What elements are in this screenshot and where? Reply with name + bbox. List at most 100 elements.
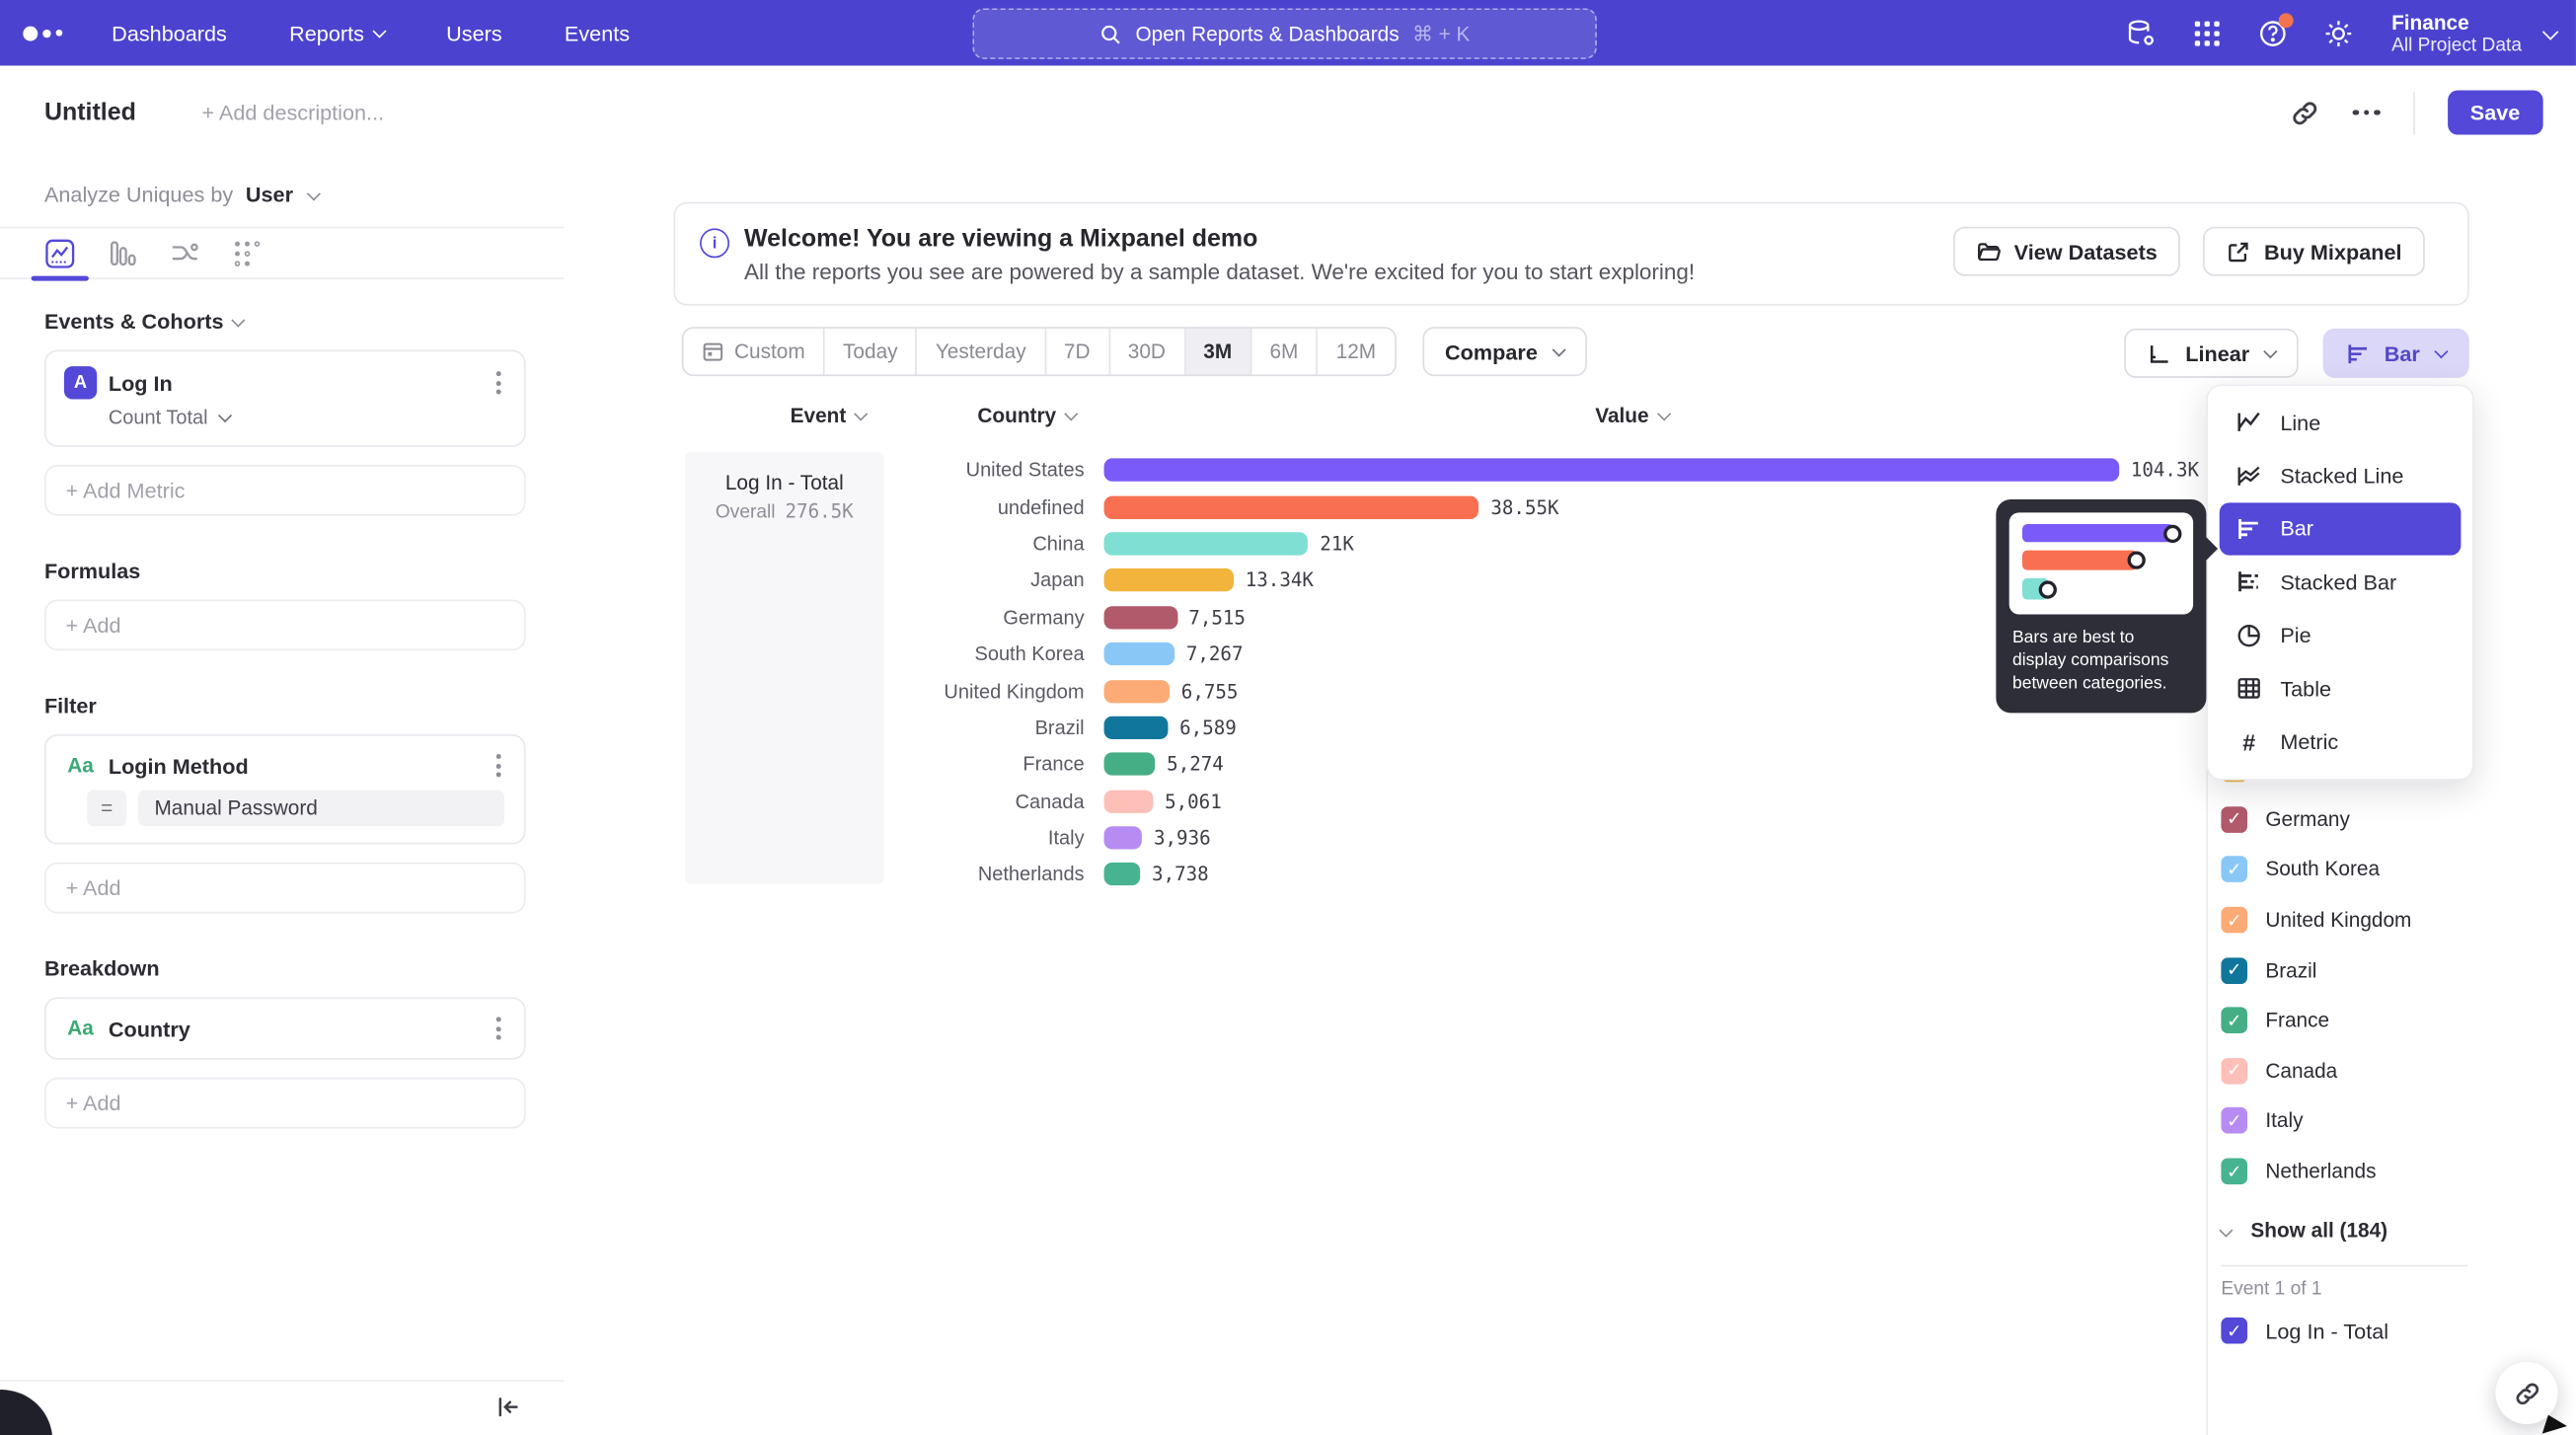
chart-type-dropdown[interactable]: Bar [2323, 329, 2469, 378]
add-filter-button[interactable]: + Add [44, 863, 526, 914]
date-range-7d[interactable]: 7D [1046, 329, 1110, 375]
legend-item-italy[interactable]: ✓ Italy [2221, 1095, 2566, 1146]
date-range-12m[interactable]: 12M [1318, 329, 1394, 375]
more-options-button[interactable] [2353, 110, 2380, 115]
add-metric-button[interactable]: + Add Metric [44, 465, 526, 516]
checkbox-checked[interactable]: ✓ [2221, 857, 2247, 883]
bar[interactable] [1104, 790, 1154, 812]
chart-type-table[interactable]: Table [2220, 662, 2462, 716]
data-settings-icon[interactable] [2125, 17, 2157, 48]
bar-value-label: 104.3K [2131, 459, 2199, 482]
scale-dropdown[interactable]: Linear [2125, 329, 2299, 378]
date-range-yesterday[interactable]: Yesterday [918, 329, 1046, 375]
search-input[interactable]: Open Reports & Dashboards ⌘ + K [972, 8, 1597, 59]
legend-item-canada[interactable]: ✓ Canada [2221, 1046, 2566, 1096]
kebab-menu-icon[interactable] [492, 751, 504, 781]
chart-type-pie[interactable]: Pie [2220, 609, 2462, 662]
bar[interactable] [1104, 569, 1235, 592]
kebab-menu-icon[interactable] [492, 368, 504, 398]
project-switcher[interactable]: Finance All Project Data [2391, 11, 2556, 55]
bar[interactable] [1104, 459, 2120, 482]
legend-item-brazil[interactable]: ✓ Brazil [2221, 945, 2566, 996]
help-icon[interactable] [2257, 17, 2289, 48]
checkbox-checked[interactable]: ✓ [2221, 1058, 2247, 1085]
date-range-30d[interactable]: 30D [1109, 329, 1184, 375]
checkbox-checked[interactable]: ✓ [2221, 1108, 2247, 1135]
event-name[interactable]: Log In [109, 370, 492, 395]
legend-item-germany[interactable]: ✓ Germany [2221, 794, 2566, 845]
bar[interactable] [1104, 864, 1141, 886]
kebab-menu-icon[interactable] [492, 1014, 504, 1043]
date-range-6m[interactable]: 6M [1251, 329, 1318, 375]
compare-button[interactable]: Compare [1422, 327, 1587, 376]
mixpanel-logo-icon[interactable] [23, 26, 62, 40]
chart-type-line[interactable]: Line [2220, 396, 2462, 449]
chart-type-bar[interactable]: Bar [2220, 502, 2462, 556]
filter-property-name[interactable]: Login Method [109, 753, 492, 778]
bar[interactable] [1104, 679, 1171, 702]
search-placeholder: Open Reports & Dashboards [1135, 22, 1399, 44]
collapse-sidebar-icon[interactable] [496, 1395, 521, 1419]
nav-item-events[interactable]: Events [565, 21, 630, 45]
analyze-uniques-row[interactable]: Analyze Uniques by User [0, 159, 564, 228]
bar-value-label: 5,061 [1165, 790, 1222, 812]
legend-item-united-kingdom[interactable]: ✓ United Kingdom [2221, 895, 2566, 945]
filter-card[interactable]: Aa Login Method = Manual Password [44, 734, 526, 845]
chart-type-stacked-bar[interactable]: Stacked Bar [2220, 556, 2462, 609]
checkbox-checked[interactable]: ✓ [2221, 957, 2247, 984]
legend-item-south-korea[interactable]: ✓ South Korea [2221, 845, 2566, 895]
date-range-toolbar: CustomTodayYesterday7D30D3M6M12M Compare [682, 329, 1587, 375]
add-breakdown-button[interactable]: + Add [44, 1078, 526, 1129]
breakdown-property-name[interactable]: Country [109, 1016, 492, 1040]
checkbox-checked[interactable]: ✓ [2221, 1159, 2247, 1185]
apps-grid-icon[interactable] [2191, 17, 2223, 48]
tab-retention[interactable] [232, 238, 264, 269]
copy-link-icon[interactable] [2291, 98, 2320, 127]
tab-flows[interactable] [169, 238, 200, 269]
chart-type-metric[interactable]: # Metric [2220, 716, 2462, 769]
bar[interactable] [1104, 826, 1143, 849]
checkbox-checked[interactable]: ✓ [2221, 1008, 2247, 1034]
checkbox-checked[interactable]: ✓ [2221, 806, 2247, 833]
metric-card[interactable]: A Log In Count Total [44, 350, 526, 447]
column-header-value[interactable]: Value [1595, 404, 1668, 426]
breakdown-card[interactable]: Aa Country [44, 997, 526, 1059]
date-range-today[interactable]: Today [825, 329, 918, 375]
bar[interactable] [1104, 717, 1169, 739]
analyze-value-dropdown[interactable]: User [246, 183, 293, 207]
nav-item-reports[interactable]: Reports [289, 21, 384, 45]
event-total-cell[interactable]: Log In - Total Overall 276.5K [685, 452, 883, 884]
project-name: Finance [2391, 11, 2522, 36]
bar[interactable] [1104, 495, 1479, 518]
settings-gear-icon[interactable] [2322, 17, 2354, 48]
legend-item-france[interactable]: ✓ France [2221, 996, 2566, 1046]
view-datasets-button[interactable]: View Datasets [1953, 227, 2180, 276]
column-header-event[interactable]: Event [791, 404, 867, 426]
nav-item-dashboards[interactable]: Dashboards [112, 21, 227, 45]
date-range-3m[interactable]: 3M [1185, 329, 1251, 375]
bar[interactable] [1104, 532, 1309, 555]
chart-type-stacked-line[interactable]: Stacked Line [2220, 449, 2462, 502]
bar[interactable] [1104, 642, 1175, 665]
buy-mixpanel-button[interactable]: Buy Mixpanel [2203, 227, 2424, 276]
checkbox-checked[interactable]: ✓ [2221, 1318, 2247, 1344]
checkbox-checked[interactable]: ✓ [2221, 907, 2247, 934]
nav-item-users[interactable]: Users [446, 21, 502, 45]
bar[interactable] [1104, 753, 1156, 776]
events-cohorts-heading[interactable]: Events & Cohorts [44, 309, 564, 334]
column-header-country[interactable]: Country [977, 404, 1076, 426]
aggregation-dropdown[interactable]: Count Total [46, 403, 524, 445]
legend-event-item[interactable]: ✓ Log In - Total [2221, 1318, 2388, 1344]
save-button[interactable]: Save [2447, 91, 2542, 135]
add-formula-button[interactable]: + Add [44, 600, 526, 651]
tab-funnels[interactable] [107, 238, 138, 269]
date-range-custom[interactable]: Custom [683, 329, 824, 375]
bar[interactable] [1104, 606, 1177, 629]
legend-item-netherlands[interactable]: ✓ Netherlands [2221, 1146, 2566, 1196]
filter-operator[interactable]: = [87, 791, 126, 827]
show-all-button[interactable]: Show all (184) [2221, 1206, 2387, 1255]
add-description-field[interactable]: + Add description... [201, 101, 384, 125]
page-title[interactable]: Untitled [44, 99, 136, 126]
tab-insights[interactable] [44, 238, 76, 269]
filter-value[interactable]: Manual Password [138, 791, 504, 827]
